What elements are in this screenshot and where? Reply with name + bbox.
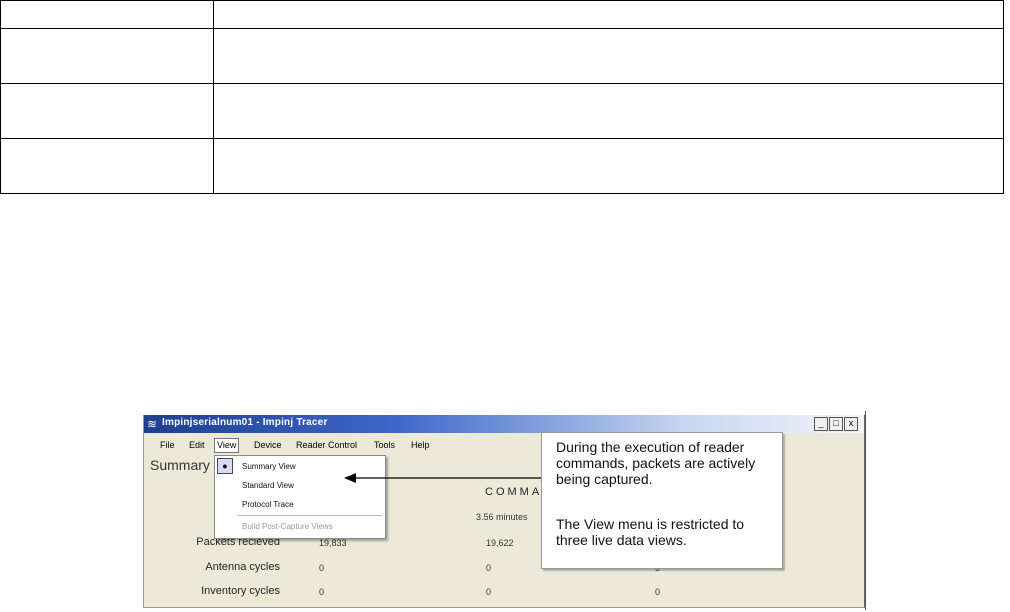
close-button[interactable]: x [844, 417, 858, 431]
view-dropdown-menu: ● Summary View Standard View Protocol Tr… [214, 455, 386, 539]
app-icon: ≋ [147, 417, 158, 431]
duration-value: 3.56 minutes [476, 512, 528, 522]
menu-device[interactable]: Device [254, 440, 282, 450]
table-row [0, 83, 1004, 139]
callout-box: During the execution of reader commands,… [541, 432, 783, 569]
menu-help[interactable]: Help [411, 440, 430, 450]
antenna-value-2: 0 [486, 563, 492, 573]
menu-item-summary-view[interactable]: Summary View [242, 462, 296, 471]
selected-bullet-icon: ● [217, 458, 233, 474]
packets-value-2: 19,622 [486, 538, 514, 548]
table-cell [0, 28, 214, 84]
inventory-value-3: 0 [655, 587, 661, 597]
table-cell [213, 28, 1004, 84]
packets-value-1: 19,833 [319, 538, 347, 548]
inventory-value-1: 0 [319, 587, 325, 597]
column-header-2: COMMA [485, 486, 543, 498]
table-cell [0, 138, 214, 194]
menu-reader-control[interactable]: Reader Control [296, 440, 357, 450]
callout-arrow-icon [344, 473, 542, 483]
window-titlebar: ≋ Impinjserialnum01 - Impinj Tracer _ □ … [144, 415, 864, 433]
menu-item-standard-view[interactable]: Standard View [242, 481, 294, 490]
antenna-value-1: 0 [319, 563, 325, 573]
callout-text-1: During the execution of reader commands,… [556, 439, 756, 487]
table-cell [213, 83, 1004, 139]
menu-edit[interactable]: Edit [189, 440, 205, 450]
menu-view[interactable]: View [214, 438, 240, 453]
row-label-antenna: Antenna cycles [205, 561, 280, 573]
callout-text-2: The View menu is restricted to three liv… [556, 516, 745, 548]
menu-item-protocol-trace[interactable]: Protocol Trace [242, 500, 294, 509]
summary-title: Summary [150, 457, 210, 473]
table-cell [213, 138, 1004, 194]
table-row [0, 28, 1004, 84]
inventory-value-2: 0 [486, 587, 492, 597]
row-label-inventory: Inventory cycles [201, 585, 280, 597]
table-cell [213, 0, 1004, 29]
table-cell [0, 83, 214, 139]
table-row [0, 138, 1004, 194]
menu-item-build-post-capture: Build Post-Capture Views [242, 522, 333, 531]
document-table [0, 0, 1004, 194]
maximize-button[interactable]: □ [829, 417, 843, 431]
tracer-window-screenshot: ≋ Impinjserialnum01 - Impinj Tracer _ □ … [143, 415, 865, 608]
menu-tools[interactable]: Tools [374, 440, 395, 450]
menu-separator [237, 515, 382, 516]
table-row [0, 0, 1004, 29]
minimize-button[interactable]: _ [814, 417, 828, 431]
screenshot-frame-edge [865, 411, 866, 610]
table-cell [0, 0, 214, 29]
window-title: Impinjserialnum01 - Impinj Tracer [162, 417, 328, 428]
menu-file[interactable]: File [160, 440, 175, 450]
